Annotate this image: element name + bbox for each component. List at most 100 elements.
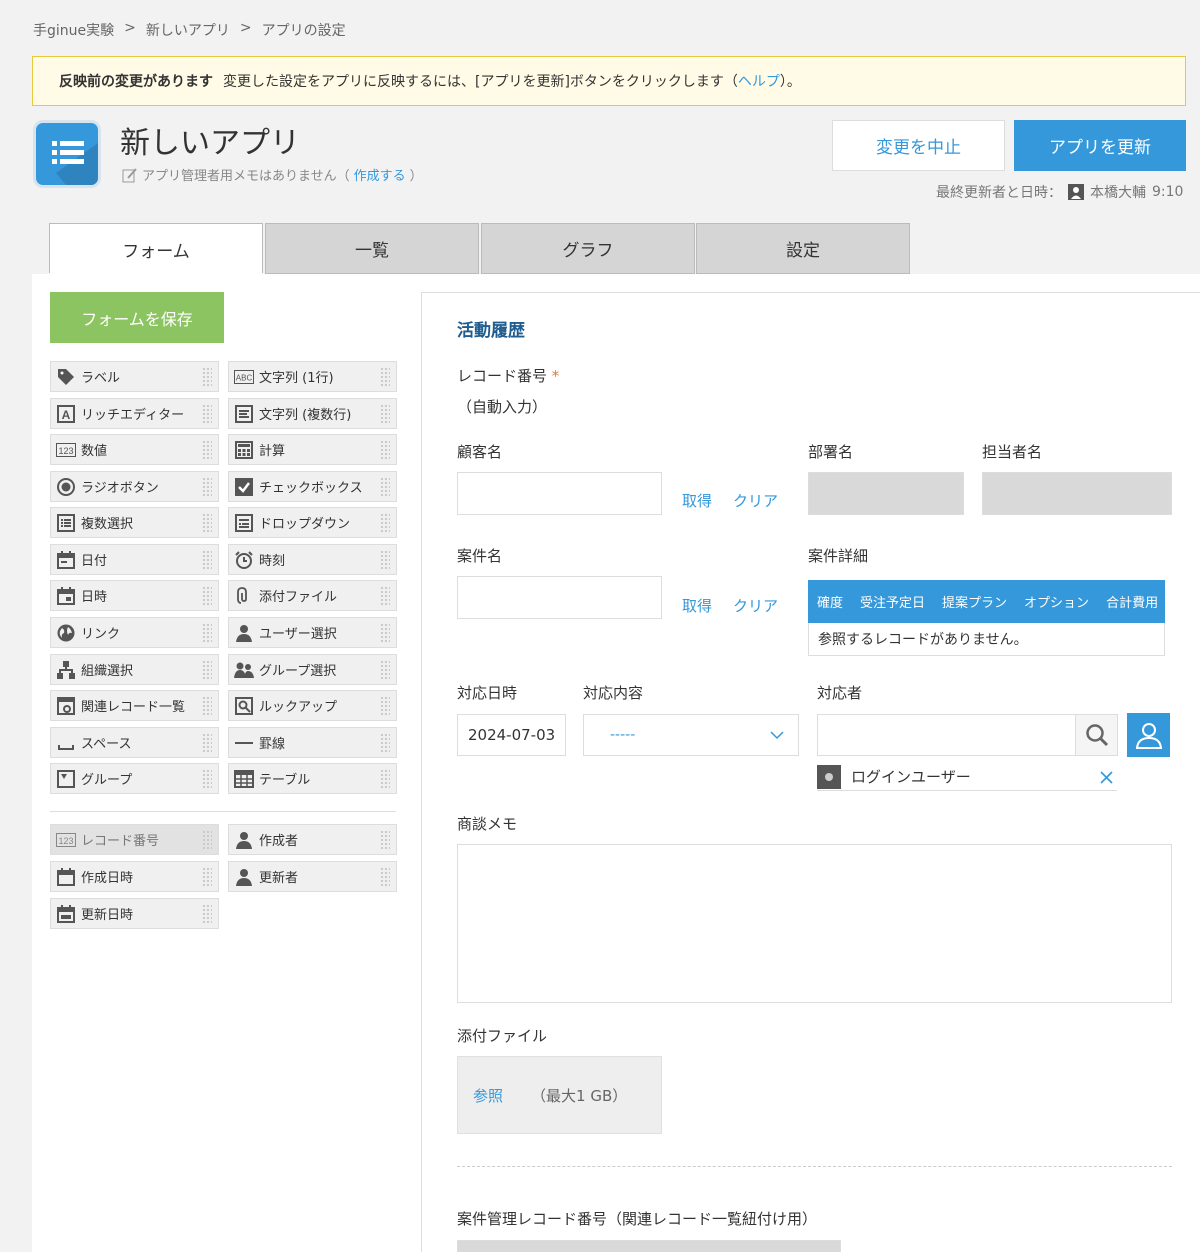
palette-updater[interactable]: 更新者 — [228, 861, 397, 892]
palette-related-records[interactable]: 関連レコード一覧 — [50, 690, 219, 721]
palette-user-select[interactable]: ユーザー選択 — [228, 617, 397, 648]
drag-handle-icon[interactable] — [380, 586, 390, 606]
response-date-input[interactable]: 2024-07-03 — [457, 714, 566, 756]
palette-radio[interactable]: ラジオボタン — [50, 471, 219, 502]
palette-attachment[interactable]: 添付ファイル — [228, 580, 397, 611]
meeting-memo-textarea[interactable] — [457, 844, 1172, 1003]
palette-datetime[interactable]: 日時 — [50, 580, 219, 611]
palette-multi-line-text[interactable]: 文字列 (複数行) — [228, 398, 397, 429]
drag-handle-icon[interactable] — [202, 477, 212, 497]
palette-time[interactable]: 時刻 — [228, 544, 397, 575]
drag-handle-icon[interactable] — [202, 623, 212, 643]
drag-handle-icon[interactable] — [380, 367, 390, 387]
palette-updated-datetime[interactable]: 更新日時 — [50, 898, 219, 929]
palette-link[interactable]: リンク — [50, 617, 219, 648]
palette-single-line-text[interactable]: ABC 文字列 (1行) — [228, 361, 397, 392]
palette-rich-editor[interactable]: A リッチエディター — [50, 398, 219, 429]
palette-lookup[interactable]: ルックアップ — [228, 690, 397, 721]
palette-group[interactable]: グループ — [50, 763, 219, 794]
palette-group-select[interactable]: グループ選択 — [228, 654, 397, 685]
response-content-select[interactable]: ----- — [583, 714, 799, 756]
palette-created-datetime[interactable]: 作成日時 — [50, 861, 219, 892]
drag-handle-icon[interactable] — [202, 367, 212, 387]
case-clear-link[interactable]: クリア — [733, 595, 778, 616]
drag-handle-icon[interactable] — [202, 404, 212, 424]
tab-form[interactable]: フォーム — [49, 223, 263, 275]
breadcrumb: 手ginue実験 > 新しいアプリ > アプリの設定 — [33, 20, 346, 40]
drag-handle-icon[interactable] — [202, 550, 212, 570]
palette-label[interactable]: ラベル — [50, 361, 219, 392]
cancel-changes-button[interactable]: 変更を中止 — [832, 120, 1005, 171]
case-record-number-field — [457, 1240, 841, 1252]
create-memo-link[interactable]: 作成する — [354, 165, 406, 184]
help-link[interactable]: ヘルプ — [738, 71, 780, 91]
attachment-browse-link[interactable]: 参照 — [473, 1085, 503, 1106]
responder-search-button[interactable] — [1075, 714, 1118, 756]
palette-item-label: グループ — [81, 773, 133, 788]
case-name-input[interactable] — [457, 576, 662, 619]
last-updated-user[interactable]: 本橋大輔 — [1090, 182, 1146, 202]
palette-item-label: チェックボックス — [259, 481, 363, 496]
notice-text: 変更した設定をアプリに反映するには、[アプリを更新]ボタンをクリックします（ — [223, 74, 738, 90]
drag-handle-icon[interactable] — [380, 733, 390, 753]
save-form-button[interactable]: フォームを保存 — [50, 292, 224, 343]
drag-handle-icon[interactable] — [202, 733, 212, 753]
drag-handle-icon[interactable] — [380, 440, 390, 460]
drag-handle-icon[interactable] — [380, 830, 390, 850]
update-app-button[interactable]: アプリを更新 — [1014, 120, 1186, 171]
palette-checkbox[interactable]: チェックボックス — [228, 471, 397, 502]
breadcrumb-space[interactable]: 手ginue実験 — [33, 20, 114, 40]
close-icon[interactable] — [1100, 771, 1113, 784]
drag-handle-icon[interactable] — [380, 623, 390, 643]
palette-item-label: 更新日時 — [81, 908, 134, 923]
drag-handle-icon[interactable] — [202, 696, 212, 716]
group-icon — [56, 769, 76, 789]
drag-handle-icon[interactable] — [380, 550, 390, 570]
customer-name-input[interactable] — [457, 472, 662, 515]
case-get-link[interactable]: 取得 — [682, 595, 712, 616]
drag-handle-icon[interactable] — [380, 513, 390, 533]
drag-handle-icon[interactable] — [380, 867, 390, 887]
palette-table[interactable]: テーブル — [228, 763, 397, 794]
customer-clear-link[interactable]: クリア — [733, 490, 778, 511]
table-header-cell: 提案プラン — [942, 596, 1008, 611]
drag-handle-icon[interactable] — [202, 867, 212, 887]
palette-date[interactable]: 日付 — [50, 544, 219, 575]
tab-graph[interactable]: グラフ — [481, 223, 695, 274]
responder-search-input[interactable] — [817, 714, 1118, 756]
drag-handle-icon[interactable] — [380, 660, 390, 680]
palette-calc[interactable]: 計算 — [228, 434, 397, 465]
section-title: 活動履歴 — [457, 321, 525, 341]
customer-get-link[interactable]: 取得 — [682, 490, 712, 511]
breadcrumb-app[interactable]: 新しいアプリ — [146, 20, 230, 40]
palette-divider — [50, 811, 396, 812]
palette-org-select[interactable]: 組織選択 — [50, 654, 219, 685]
drag-handle-icon[interactable] — [202, 904, 212, 924]
drag-handle-icon[interactable] — [380, 477, 390, 497]
customer-name-label: 顧客名 — [457, 443, 503, 461]
text-area-icon — [234, 404, 254, 424]
palette-space[interactable]: スペース — [50, 727, 219, 758]
drag-handle-icon[interactable] — [380, 696, 390, 716]
responder-user-picker-button[interactable] — [1127, 713, 1170, 757]
palette-creator[interactable]: 作成者 — [228, 824, 397, 855]
drag-handle-icon[interactable] — [380, 404, 390, 424]
drag-handle-icon[interactable] — [380, 769, 390, 789]
calendar-icon — [56, 586, 76, 606]
calendar-icon — [56, 904, 76, 924]
palette-multi-select[interactable]: 複数選択 — [50, 507, 219, 538]
palette-item-label: ルックアップ — [259, 700, 338, 715]
drag-handle-icon[interactable] — [202, 769, 212, 789]
palette-item-label: スペース — [81, 737, 132, 752]
tab-settings[interactable]: 設定 — [696, 223, 910, 274]
drag-handle-icon[interactable] — [202, 440, 212, 460]
palette-item-label: 日付 — [81, 554, 108, 569]
palette-dropdown[interactable]: ドロップダウン — [228, 507, 397, 538]
palette-number[interactable]: 123 数値 — [50, 434, 219, 465]
drag-handle-icon[interactable] — [202, 513, 212, 533]
tab-list[interactable]: 一覧 — [265, 223, 479, 274]
drag-handle-icon[interactable] — [202, 660, 212, 680]
drag-handle-icon[interactable] — [202, 586, 212, 606]
palette-border[interactable]: 罫線 — [228, 727, 397, 758]
case-detail-label: 案件詳細 — [808, 547, 869, 565]
